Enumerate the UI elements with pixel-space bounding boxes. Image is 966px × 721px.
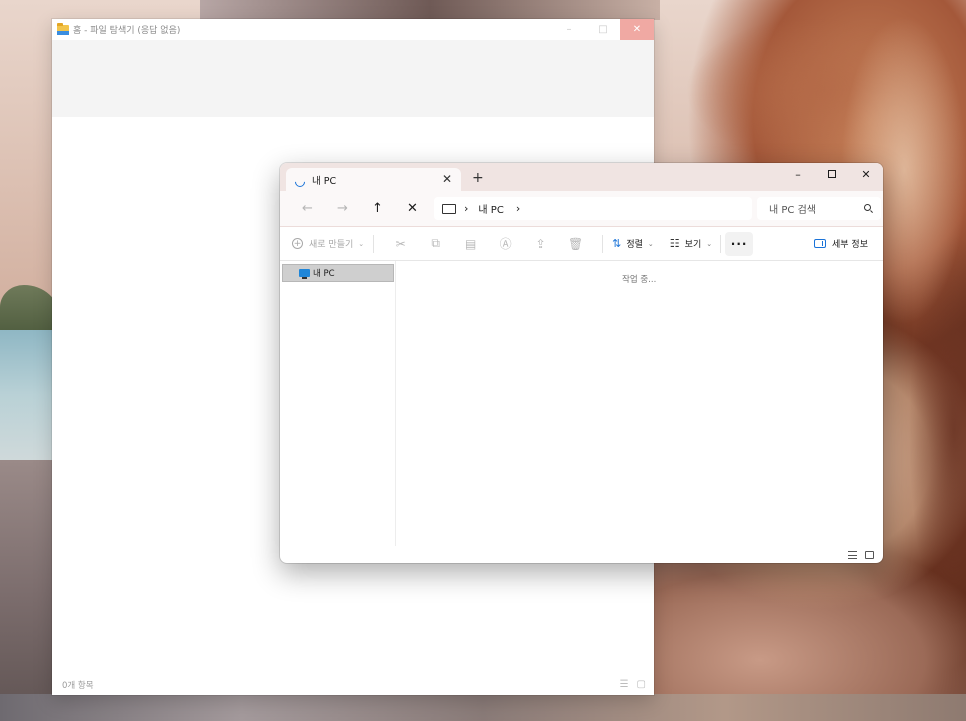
sort-icon: ⇅ [612,237,622,250]
background-view-toggles: ☰ ▢ [620,679,646,690]
search-icon [864,204,871,211]
close-button[interactable]: ✕ [620,19,654,40]
background-window-title: 홈 - 파일 탐색기 (응답 없음) [73,26,181,36]
sort-label: 정렬 [626,240,643,250]
explorer-window-this-pc[interactable]: 내 PC ✕ + – ✕ ← → ↑ ✕ › 내 PC › 내 PC 검색 + … [280,163,883,563]
chevron-down-icon: ⌄ [706,239,713,248]
breadcrumb-this-pc[interactable]: 내 PC [478,201,503,216]
content-area: 내 PC 작업 중... [280,261,883,563]
tiles-view-icon[interactable]: ▢ [637,679,646,690]
computer-icon [442,203,456,214]
more-options-button[interactable]: ··· [725,231,754,256]
wallpaper-rocks [0,460,60,721]
window-controls: – ✕ [781,163,883,185]
view-list-icon: ☷ [669,237,680,250]
details-pane-icon [814,239,827,248]
add-circle-icon: + [292,238,303,249]
background-titlebar[interactable]: 홈 - 파일 탐색기 (응답 없음) – □ ✕ [52,19,654,40]
background-window-controls: – □ ✕ [552,19,654,40]
breadcrumb-separator[interactable]: › [516,202,520,215]
tiles-view-icon[interactable] [865,551,874,559]
computer-icon [299,269,310,279]
forward-button[interactable]: → [325,197,360,221]
navigation-pane[interactable]: 내 PC [280,261,396,546]
loading-text: 작업 중... [622,275,657,285]
back-button[interactable]: ← [290,197,325,221]
chevron-down-icon: ⌄ [358,239,365,248]
rename-icon[interactable]: Ⓐ [488,232,523,256]
maximize-button[interactable] [815,163,849,185]
navigation-bar: ← → ↑ ✕ › 내 PC › 내 PC 검색 [280,191,883,227]
background-status-text: 0개 항목 [62,681,94,691]
tab-close-icon[interactable]: ✕ [442,172,452,186]
sidebar-item-label: 내 PC [313,269,335,279]
wallpaper-sky [200,0,660,20]
view-button[interactable]: ☷ 보기 ⌄ [670,237,712,250]
tab-label: 내 PC [312,175,337,187]
new-tab-button[interactable]: + [472,171,484,185]
toolbar-divider [720,234,722,253]
sidebar-item-this-pc[interactable]: 내 PC [282,264,394,282]
details-pane-button[interactable]: 세부 정보 [814,237,868,250]
new-button-label: 새로 만들기 [309,240,354,250]
sort-button[interactable]: ⇅ 정렬 ⌄ [612,237,654,250]
search-input[interactable]: 내 PC 검색 [757,197,881,220]
close-button[interactable]: ✕ [849,163,883,185]
view-toggles [848,551,874,559]
chevron-down-icon: ⌄ [647,239,654,248]
details-view-icon[interactable] [848,551,857,559]
command-bar: + 새로 만들기 ⌄ ✂ ⧉ ▤ Ⓐ ⇪ 🗑 ⇅ 정렬 ⌄ ☷ 보기 ⌄ ···… [280,227,883,261]
search-placeholder: 내 PC 검색 [769,205,816,216]
delete-icon[interactable]: 🗑 [558,232,593,256]
wallpaper-bottom-rocks [0,694,966,721]
toolbar-divider [373,234,375,253]
loading-spinner-icon [294,175,304,185]
background-ribbon [52,40,654,117]
folder-icon [57,22,69,35]
address-bar[interactable]: › 내 PC › [434,197,752,220]
tab-this-pc[interactable]: 내 PC ✕ [286,168,461,191]
details-label: 세부 정보 [832,240,868,250]
view-label: 보기 [684,240,702,250]
breadcrumb-separator[interactable]: › [464,202,468,215]
minimize-button[interactable]: – [781,163,815,185]
maximize-button[interactable]: □ [586,19,620,40]
copy-icon[interactable]: ⧉ [418,232,453,256]
up-button[interactable]: ↑ [360,197,395,221]
stop-button[interactable]: ✕ [395,197,430,221]
details-view-icon[interactable]: ☰ [620,679,629,690]
share-icon[interactable]: ⇪ [523,232,558,256]
tab-bar: 내 PC ✕ + – ✕ [280,163,883,191]
new-button[interactable]: + 새로 만들기 ⌄ [292,237,364,250]
paste-icon[interactable]: ▤ [453,232,488,256]
maximize-icon [828,170,836,178]
wallpaper-sea [0,330,60,460]
minimize-button[interactable]: – [552,19,586,40]
cut-icon[interactable]: ✂ [383,232,418,256]
toolbar-divider [602,234,604,253]
